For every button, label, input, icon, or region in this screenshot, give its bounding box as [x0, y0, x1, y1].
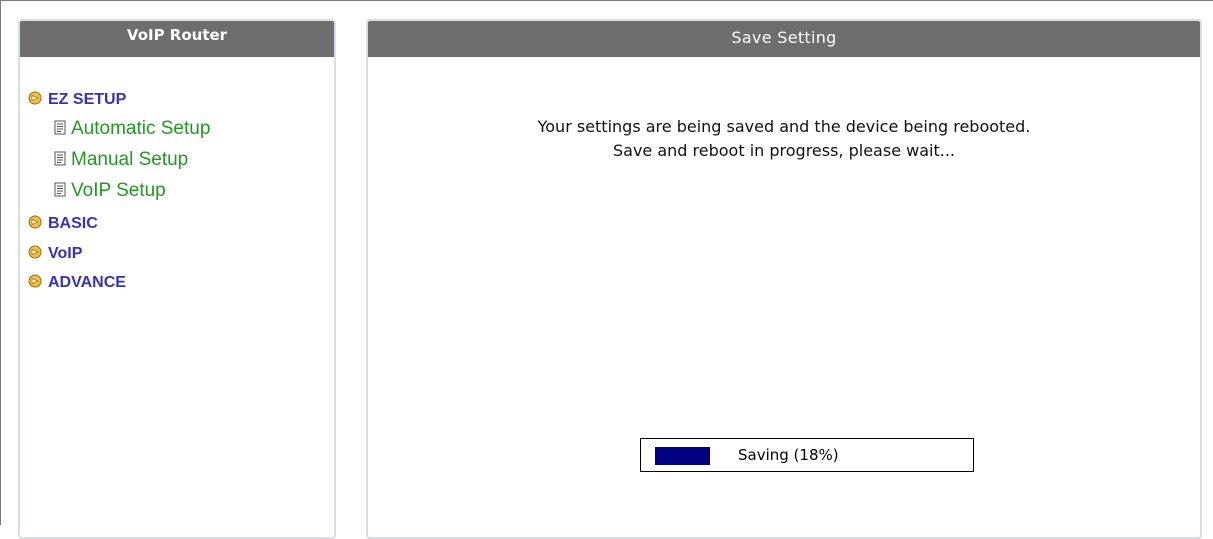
- menu-item-basic[interactable]: BASIC: [28, 215, 98, 233]
- menu-item-label: VoIP: [48, 245, 83, 262]
- submenu-item-automatic-setup[interactable]: Automatic Setup: [54, 118, 210, 140]
- arrow-bullet-icon: [28, 215, 42, 229]
- window-left-border: [0, 0, 1, 525]
- page-title: Save Setting: [368, 21, 1200, 57]
- submenu-item-label: Automatic Setup: [71, 118, 211, 139]
- status-message-line-2: Save and reboot in progress, please wait…: [612, 141, 955, 160]
- submenu-item-label: Manual Setup: [71, 149, 189, 170]
- progress-label: Saving (18%): [738, 446, 839, 464]
- menu-item-advance[interactable]: ADVANCE: [28, 274, 126, 292]
- document-icon: [54, 181, 67, 197]
- menu-item-label: BASIC: [48, 215, 98, 232]
- submenu-item-label: VoIP Setup: [71, 180, 166, 201]
- window-top-border: [0, 0, 1213, 1]
- progress-indicator: Saving (18%): [640, 438, 974, 472]
- document-icon: [54, 119, 67, 135]
- navigation-panel: VoIP Router EZ SETUP Automatic Setup Man…: [18, 19, 336, 539]
- document-icon: [54, 150, 67, 166]
- menu-item-ez-setup[interactable]: EZ SETUP: [28, 91, 126, 109]
- progress-bar-fill: [655, 447, 710, 465]
- arrow-bullet-icon: [28, 274, 42, 288]
- content-panel: Save Setting Your settings are being sav…: [366, 19, 1202, 539]
- menu-item-label: ADVANCE: [48, 274, 126, 291]
- menu-item-voip[interactable]: VoIP: [28, 245, 82, 263]
- navigation-panel-title: VoIP Router: [20, 21, 334, 57]
- submenu-item-manual-setup[interactable]: Manual Setup: [54, 149, 188, 171]
- arrow-bullet-icon: [28, 91, 42, 105]
- submenu-item-voip-setup[interactable]: VoIP Setup: [54, 180, 166, 202]
- arrow-bullet-icon: [28, 245, 42, 259]
- status-message-line-1: Your settings are being saved and the de…: [537, 117, 1031, 136]
- menu-item-label: EZ SETUP: [48, 91, 127, 108]
